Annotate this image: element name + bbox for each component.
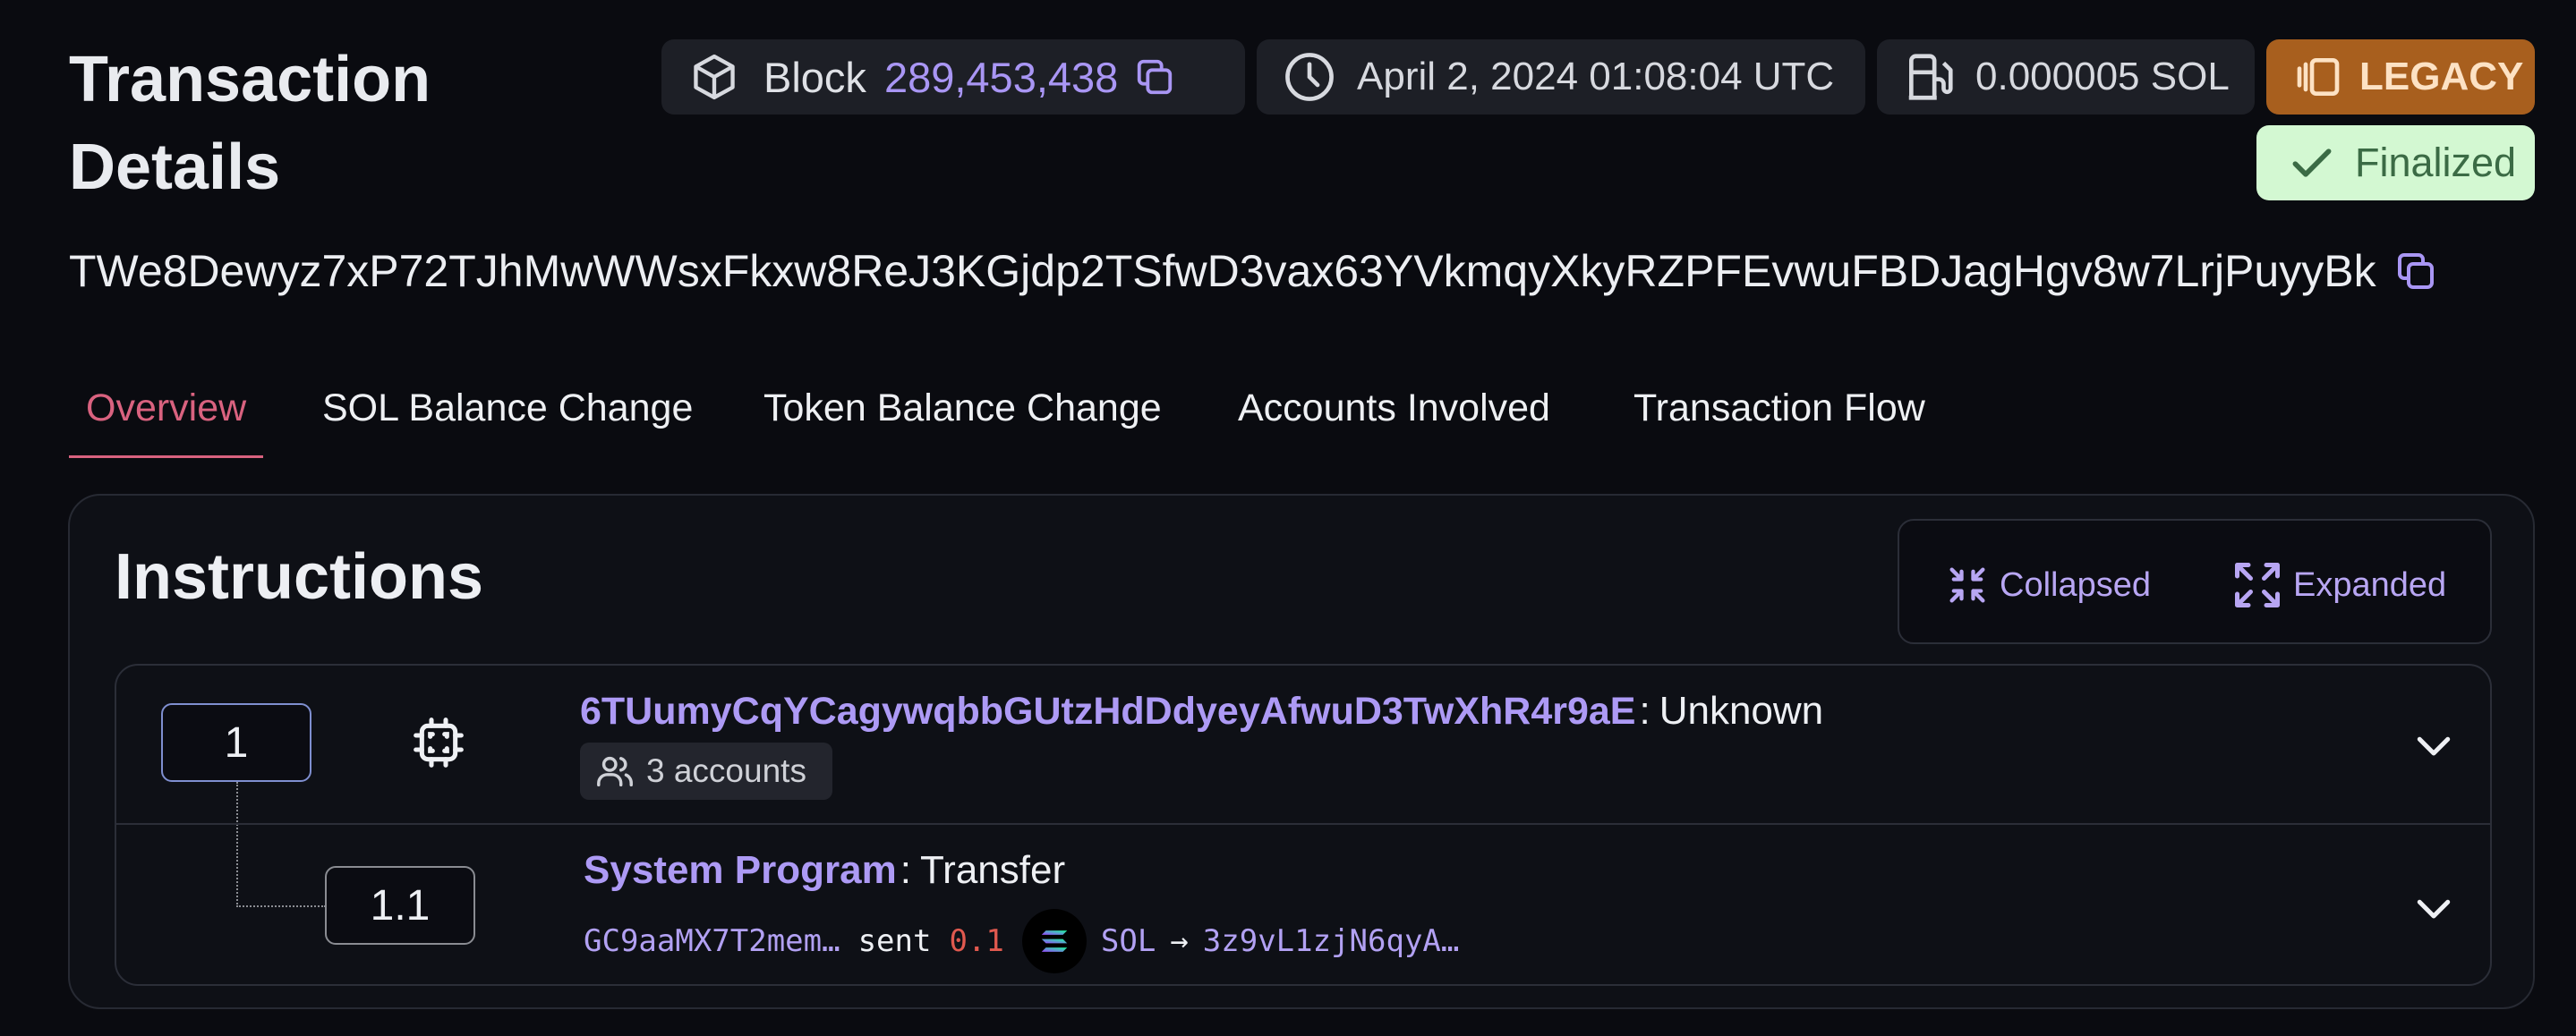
copy-block-icon[interactable] xyxy=(1134,56,1175,98)
clock-icon xyxy=(1285,53,1334,101)
transfer-summary: GC9aaMX7T2mem… sent 0.1 SOL → 3z9vL1zjN6… xyxy=(584,909,1459,973)
instructions-card: Instructions Collapsed Expanded 1 6TUumy… xyxy=(68,494,2535,1009)
cube-icon xyxy=(694,54,735,100)
copy-signature-icon[interactable] xyxy=(2394,250,2437,293)
block-label: Block xyxy=(763,53,866,101)
page-title: Transaction Details xyxy=(69,44,431,203)
tab-transaction-flow[interactable]: Transaction Flow xyxy=(1633,376,1925,458)
collapsed-view-button[interactable]: Collapsed xyxy=(1944,560,2151,610)
tab-overview[interactable]: Overview xyxy=(69,376,264,458)
instruction-row[interactable]: 1 6TUumyCqYCagywqbbGUtzHdDdyeyAfwuD3TwXh… xyxy=(116,666,2490,825)
timestamp-text: April 2, 2024 01:08:04 UTC xyxy=(1357,55,1835,98)
instruction-type: Transfer xyxy=(919,848,1066,892)
fee-pill: 0.000005 SOL xyxy=(1877,39,2255,115)
chevron-down-icon[interactable] xyxy=(2410,721,2458,769)
tab-sol-balance-change[interactable]: SOL Balance Change xyxy=(322,376,693,458)
transfer-amount: 0.1 xyxy=(949,923,1004,959)
fuel-pump-icon xyxy=(1908,54,1953,100)
block-number-link[interactable]: 289,453,438 xyxy=(884,53,1118,102)
tab-bar: Overview SOL Balance Change Token Balanc… xyxy=(69,376,2128,458)
chevron-down-icon[interactable] xyxy=(2410,884,2458,932)
stacked-cards-icon xyxy=(2297,58,2340,96)
users-icon xyxy=(597,756,633,787)
system-program-link[interactable]: System Program xyxy=(584,848,897,893)
instruction-header: 6TUumyCqYCagywqbbGUtzHdDdyeyAfwuD3TwXhR4… xyxy=(580,689,1823,734)
status-badge: Finalized xyxy=(2256,125,2535,200)
expand-icon xyxy=(2235,563,2280,607)
view-toggle-group: Collapsed Expanded xyxy=(1898,519,2492,644)
cpu-chip-icon xyxy=(414,718,464,768)
instruction-list: 1 6TUumyCqYCagywqbbGUtzHdDdyeyAfwuD3TwXh… xyxy=(115,664,2492,986)
instruction-index: 1 xyxy=(161,703,311,782)
block-pill: Block 289,453,438 xyxy=(661,39,1245,115)
transaction-details-page: Transaction Details Block 289,453,438 Ap… xyxy=(0,0,2576,1036)
separator: : xyxy=(900,848,911,892)
program-address-link[interactable]: 6TUumyCqYCagywqbbGUtzHdDdyeyAfwuD3TwXhR4… xyxy=(580,690,1635,734)
timestamp-pill: April 2, 2024 01:08:04 UTC xyxy=(1257,39,1865,115)
collapse-icon xyxy=(1949,567,1985,603)
signature-text: TWe8Dewyz7xP72TJhMwWWsxFkxw8ReJ3KGjdp2TS… xyxy=(69,246,2376,296)
expanded-view-button[interactable]: Expanded xyxy=(2231,560,2446,610)
inner-instruction-row[interactable]: 1.1 System Program : Transfer GC9aaMX7T2… xyxy=(116,827,2490,984)
recipient-address-link[interactable]: 3z9vL1zjN6qyA… xyxy=(1203,923,1460,959)
status-badge-label: Finalized xyxy=(2355,140,2517,185)
fee-text: 0.000005 SOL xyxy=(1975,55,2230,98)
tab-accounts-involved[interactable]: Accounts Involved xyxy=(1238,376,1550,458)
check-icon xyxy=(2292,149,2332,177)
version-badge: LEGACY xyxy=(2266,39,2535,115)
transaction-signature: TWe8Dewyz7xP72TJhMwWWsxFkxw8ReJ3KGjdp2TS… xyxy=(69,242,2437,301)
version-badge-label: LEGACY xyxy=(2359,55,2524,98)
transfer-verb: sent xyxy=(857,923,932,959)
instruction-type: Unknown xyxy=(1659,689,1824,733)
token-symbol-link[interactable]: SOL xyxy=(1101,923,1156,959)
expanded-label: Expanded xyxy=(2293,565,2447,604)
accounts-badge[interactable]: 3 accounts xyxy=(580,743,832,800)
tab-token-balance-change[interactable]: Token Balance Change xyxy=(763,376,1162,458)
sender-address-link[interactable]: GC9aaMX7T2mem… xyxy=(584,923,840,959)
collapsed-label: Collapsed xyxy=(2000,565,2151,604)
arrow-right-icon: → xyxy=(1170,923,1189,959)
inner-instruction-index: 1.1 xyxy=(325,866,475,945)
separator: : xyxy=(1639,689,1651,733)
inner-instruction-header: System Program : Transfer xyxy=(584,848,1065,893)
accounts-count: 3 accounts xyxy=(646,752,806,789)
solana-icon xyxy=(1021,909,1087,973)
instructions-title: Instructions xyxy=(115,541,484,613)
